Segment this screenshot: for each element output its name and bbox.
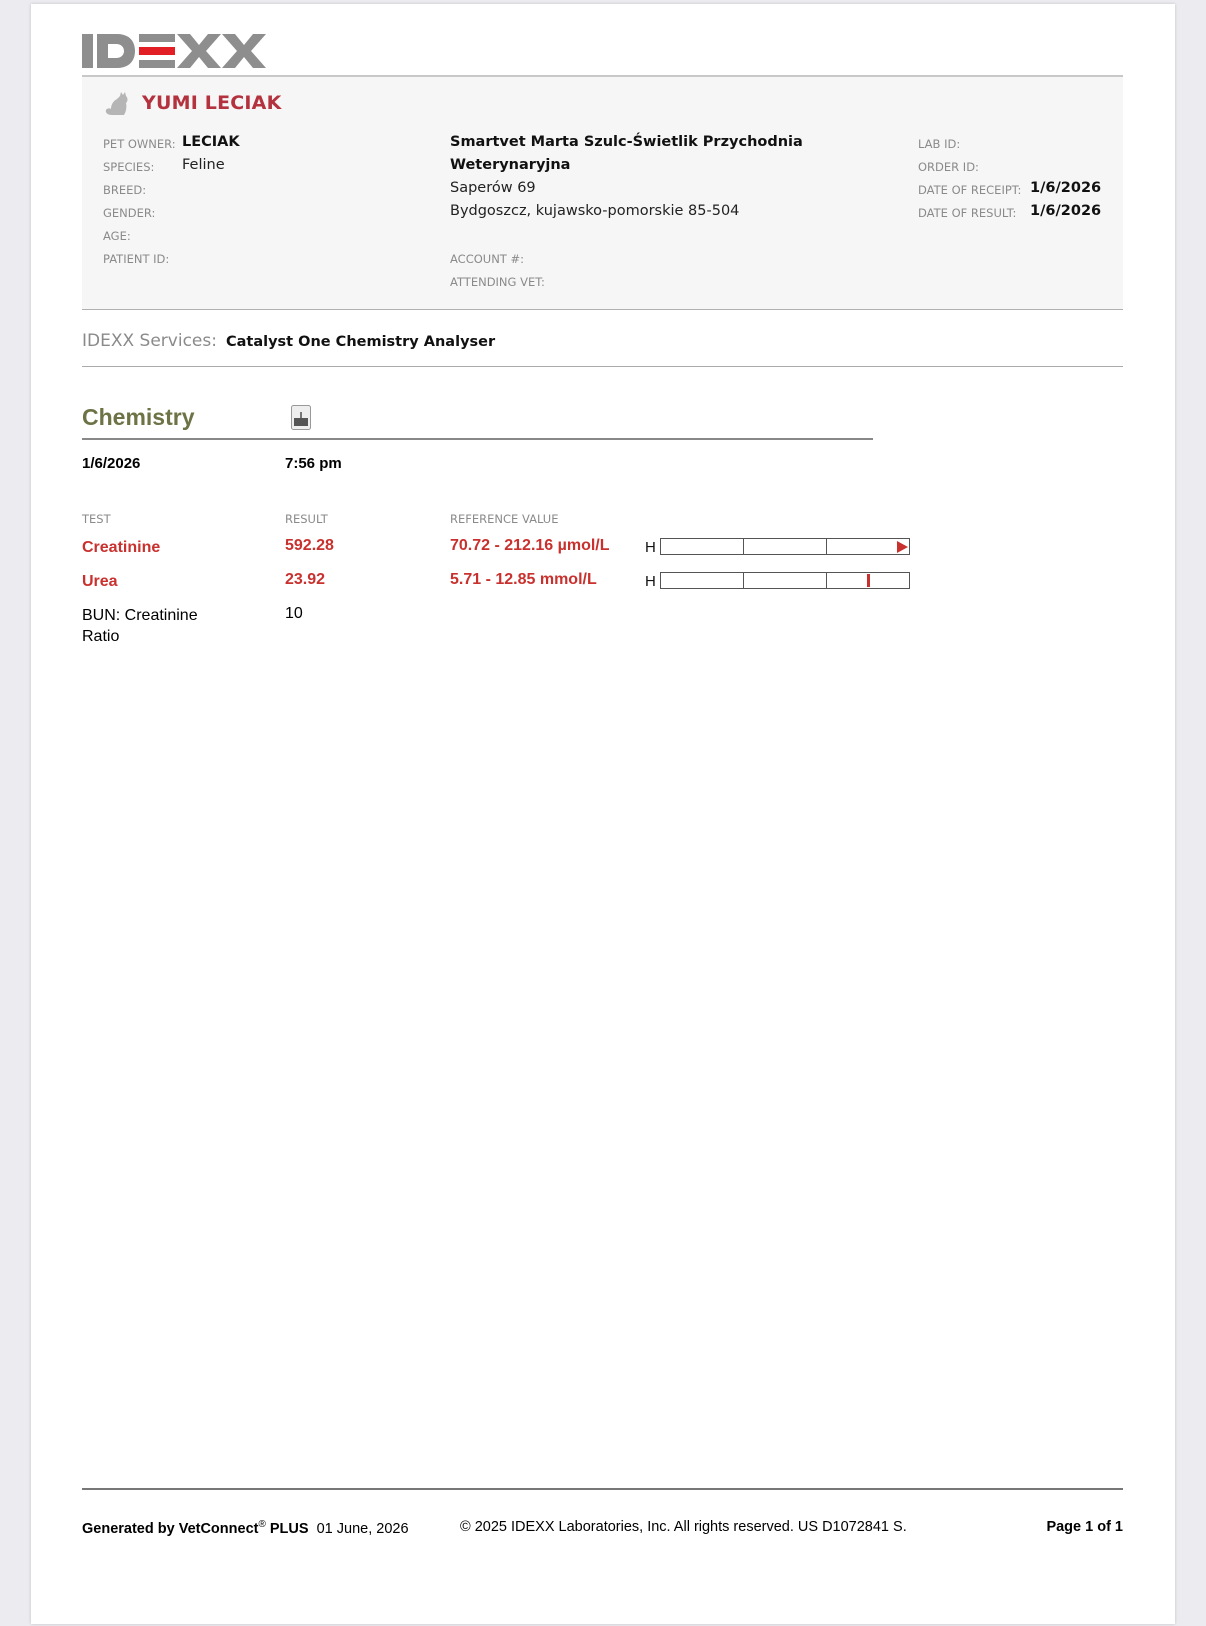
pet-owner-value: LECIAK [182, 134, 240, 150]
clinic-city: Bydgoszcz, kujawsko-pomorskie 85-504 [450, 203, 740, 219]
result-marker [867, 574, 870, 587]
generated-date: 01 June, 2026 [316, 1520, 409, 1537]
date-of-result-label: DATE OF RESULT: [918, 206, 1017, 220]
account-label: ACCOUNT #: [450, 252, 524, 266]
plus-label: PLUS [269, 1520, 309, 1537]
species-value: Feline [182, 157, 225, 173]
patient-name: YUMI LECIAK [142, 92, 282, 114]
lab-id-label: LAB ID: [918, 137, 961, 151]
clinic-name-line1: Smartvet Marta Szulc-Świetlik Przychodni… [450, 134, 803, 150]
result-row: Urea 23.92 5.71 - 12.85 mmol/L H [82, 571, 910, 601]
clinic-street: Saperów 69 [450, 180, 536, 196]
test-result: 592.28 [285, 537, 334, 554]
species-label: SPECIES: [103, 160, 155, 174]
column-header-reference: REFERENCE VALUE [450, 512, 559, 526]
test-result: 23.92 [285, 571, 326, 588]
chemistry-title: Chemistry [82, 404, 195, 430]
gender-label: GENDER: [103, 206, 156, 220]
result-row: Creatinine 592.28 70.72 - 212.16 µmol/L … [82, 537, 910, 567]
range-tick [826, 573, 827, 588]
attending-vet-label: ATTENDING VET: [450, 275, 545, 289]
date-of-receipt-label: DATE OF RECEIPT: [918, 183, 1022, 197]
reference-range: 70.72 - 212.16 µmol/L [450, 537, 610, 554]
range-bar [660, 538, 910, 555]
chemistry-date: 1/6/2026 [82, 455, 141, 472]
services-label: IDEXX Services: [82, 331, 217, 351]
reference-range: 5.71 - 12.85 mmol/L [450, 571, 597, 588]
test-name: Urea [82, 573, 118, 590]
clinic-name-line2: Weterynaryjna [450, 157, 571, 173]
footer-divider [82, 1488, 1123, 1490]
column-header-test: TEST [82, 512, 111, 526]
breed-label: BREED: [103, 183, 147, 197]
chemistry-time: 7:56 pm [285, 455, 342, 472]
range-tick [743, 539, 744, 554]
test-name: Creatinine [82, 539, 161, 556]
high-flag: H [645, 539, 656, 556]
chemistry-divider [82, 438, 873, 440]
column-header-result: RESULT [285, 512, 328, 526]
range-tick [743, 573, 744, 588]
idexx-logo [82, 34, 266, 68]
age-label: AGE: [103, 229, 131, 243]
pet-owner-label: PET OWNER: [103, 137, 176, 151]
order-id-label: ORDER ID: [918, 160, 979, 174]
services-line: IDEXX Services: Catalyst One Chemistry A… [82, 331, 495, 351]
services-value: Catalyst One Chemistry Analyser [225, 334, 496, 350]
range-bar [660, 572, 910, 589]
copyright: © 2025 IDEXX Laboratories, Inc. All righ… [460, 1519, 907, 1535]
page-number: Page 1 of 1 [1046, 1519, 1123, 1535]
result-row: BUN: Creatinine Ratio 10 [82, 605, 882, 649]
analyzer-icon [291, 405, 311, 430]
generated-by: Generated by VetConnect® PLUS 01 June, 2… [82, 1519, 409, 1537]
divider [82, 366, 1123, 367]
test-name: BUN: Creatinine Ratio [82, 607, 198, 645]
report-page: YUMI LECIAK PET OWNER: LECIAK SPECIES: F… [31, 4, 1175, 1624]
range-tick [826, 539, 827, 554]
patient-info-panel: YUMI LECIAK PET OWNER: LECIAK SPECIES: F… [82, 75, 1123, 310]
out-of-range-arrow-icon [897, 541, 908, 553]
generated-by-label: Generated by VetConnect [82, 1520, 259, 1537]
test-result: 10 [285, 605, 303, 622]
registered-mark: ® [258, 1519, 266, 1530]
cat-icon [105, 92, 128, 115]
patient-id-label: PATIENT ID: [103, 252, 170, 266]
date-of-result-value: 1/6/2026 [1030, 203, 1102, 219]
date-of-receipt-value: 1/6/2026 [1030, 180, 1102, 196]
high-flag: H [645, 573, 656, 590]
